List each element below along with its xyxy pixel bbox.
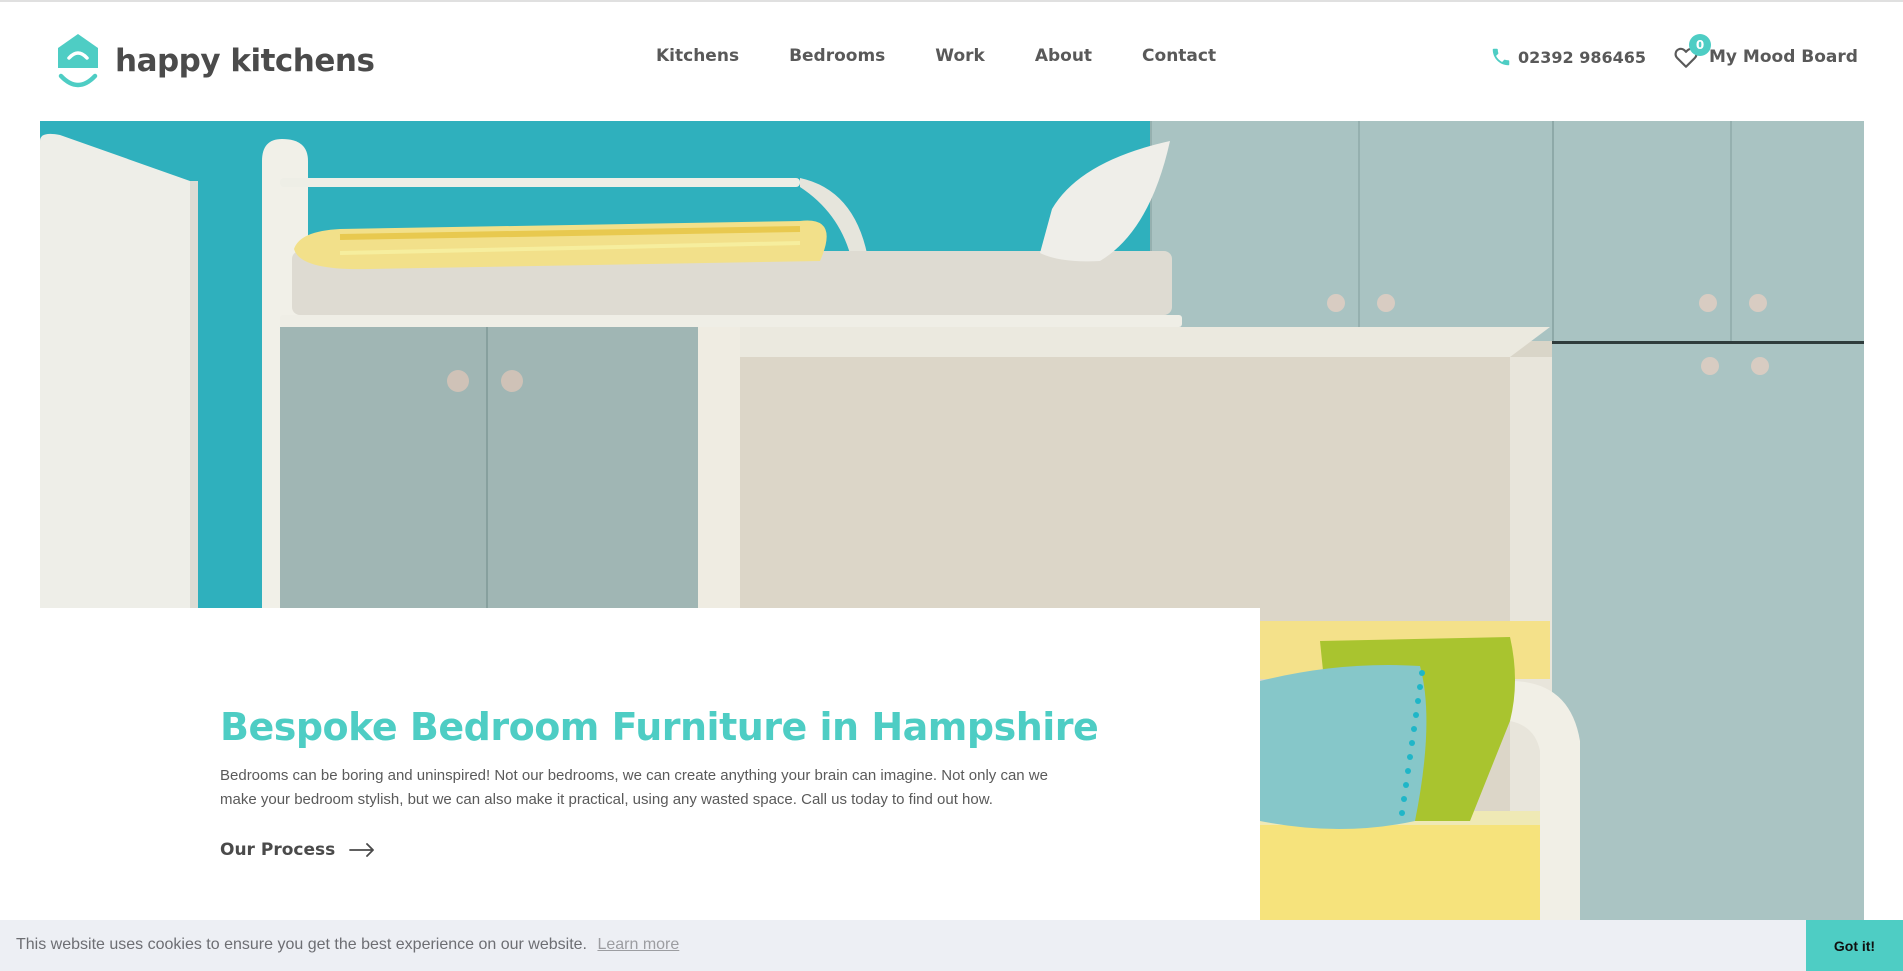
mood-board-link[interactable]: 0 My Mood Board <box>1673 34 1858 70</box>
brand-name: happy kitchens <box>115 43 375 79</box>
nav-item-about[interactable]: About <box>1035 46 1092 66</box>
phone-number: 02392 986465 <box>1518 47 1647 67</box>
mood-board-count-badge: 0 <box>1689 34 1711 56</box>
hero-content-card: Bespoke Bedroom Furniture in Hampshire B… <box>40 608 1260 920</box>
our-process-label: Our Process <box>220 840 336 860</box>
phone-icon <box>1492 48 1510 66</box>
nav-item-work[interactable]: Work <box>935 46 985 66</box>
mood-board-label: My Mood Board <box>1709 47 1858 67</box>
house-smile-icon <box>58 34 98 88</box>
page-title: Bespoke Bedroom Furniture in Hampshire <box>220 705 1099 749</box>
site-header: happy kitchens Kitchens Bedrooms Work Ab… <box>0 2 1903 121</box>
main-nav: Kitchens Bedrooms Work About Contact <box>656 46 1216 66</box>
nav-item-bedrooms[interactable]: Bedrooms <box>789 46 885 66</box>
cookie-message-row: This website uses cookies to ensure you … <box>16 936 679 954</box>
arrow-right-icon <box>349 843 375 857</box>
cookie-accept-button[interactable]: Got it! <box>1806 920 1903 971</box>
our-process-link[interactable]: Our Process <box>220 840 375 860</box>
mood-board-icon-wrap: 0 <box>1673 34 1711 70</box>
nav-item-contact[interactable]: Contact <box>1142 46 1216 66</box>
logo-link[interactable]: happy kitchens <box>55 32 375 90</box>
nav-item-kitchens[interactable]: Kitchens <box>656 46 739 66</box>
cookie-banner: This website uses cookies to ensure you … <box>0 920 1903 971</box>
cookie-learn-more-link[interactable]: Learn more <box>597 936 679 953</box>
phone-link[interactable]: 02392 986465 <box>1490 46 1646 68</box>
hero-description: Bedrooms can be boring and uninspired! N… <box>220 767 1048 808</box>
cookie-message: This website uses cookies to ensure you … <box>16 936 587 953</box>
